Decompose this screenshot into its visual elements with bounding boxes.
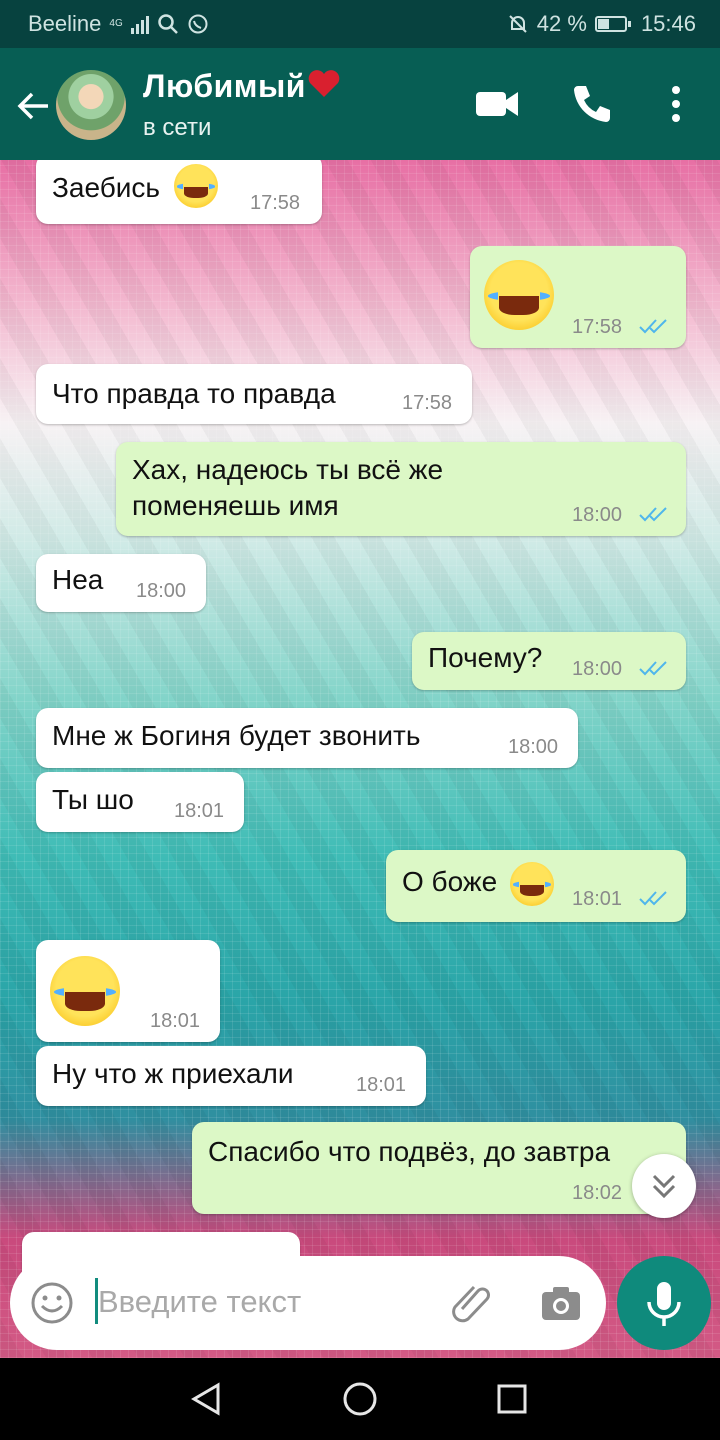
message-text: Заебись (52, 172, 161, 203)
message-input[interactable]: Введите текст (98, 1284, 301, 1320)
phone-call-icon[interactable] (568, 80, 616, 128)
tears-of-joy-emoji-icon (50, 956, 120, 1026)
camera-icon[interactable] (537, 1279, 585, 1327)
battery-icon (594, 16, 631, 32)
message-time: 17:58 (402, 392, 453, 414)
back-arrow-icon[interactable] (12, 84, 56, 128)
whatsapp-icon (188, 14, 208, 34)
message-bubble[interactable]: Мне ж Богиня будет звонить 18:00 (36, 708, 578, 768)
voice-message-button[interactable] (617, 1256, 711, 1350)
tears-of-joy-emoji-icon (484, 260, 554, 330)
double-chevron-down-icon (652, 1174, 676, 1199)
message-time: 18:00 (136, 580, 187, 602)
mic-icon (647, 1282, 681, 1326)
clock: 15:46 (640, 11, 696, 36)
tears-of-joy-emoji-icon (174, 164, 218, 208)
message-text: Мне ж Богиня будет звонить (52, 720, 421, 751)
message-text: Что правда то правда (52, 378, 336, 409)
message-bubble[interactable]: Что правда то правда 17:58 (36, 364, 472, 424)
signal-icon (130, 14, 149, 34)
message-bubble[interactable]: Спасибо что подвёз, до завтра 18:02 (192, 1122, 686, 1214)
search-icon (157, 14, 178, 34)
network-badge: 4G (109, 18, 123, 29)
message-bubble[interactable]: О боже 18:01 (386, 850, 686, 922)
read-ticks-icon (639, 319, 667, 334)
message-text: О боже (402, 866, 498, 897)
message-text: Ну что ж приехали (52, 1058, 294, 1089)
emoji-icon[interactable] (28, 1279, 76, 1327)
message-bubble[interactable]: Неа 18:00 (36, 554, 206, 612)
message-bubble[interactable]: 18:01 (36, 940, 220, 1042)
mute-notifications-icon (509, 15, 527, 33)
attach-icon[interactable] (448, 1279, 496, 1327)
message-time: 18:00 (572, 504, 623, 526)
system-nav-bar (0, 1358, 720, 1440)
message-time: 18:01 (174, 800, 225, 822)
more-options-icon[interactable] (652, 80, 700, 128)
status-bar: Beeline 4G 42 % 15:46 (0, 0, 720, 48)
scroll-to-bottom-button[interactable] (632, 1154, 696, 1218)
chat-messages[interactable]: Заебись 17:58 17:58 Что правда то правда… (0, 160, 720, 1358)
message-bubble[interactable]: Почему? 18:00 (412, 632, 686, 690)
message-time: 18:01 (572, 888, 623, 910)
message-bubble[interactable]: Хах, надеюсь ты всё же поменяешь имя 18:… (116, 442, 686, 536)
message-bubble[interactable]: Заебись 17:58 (36, 160, 322, 224)
message-bubble[interactable]: Ты шо 18:01 (36, 772, 244, 832)
message-text: Почему? (428, 642, 543, 673)
video-call-icon[interactable] (474, 80, 522, 128)
read-ticks-icon (639, 891, 667, 906)
read-ticks-icon (639, 507, 667, 522)
message-time: 18:02 (572, 1182, 623, 1204)
battery-percent: 42 % (536, 11, 587, 36)
message-bubble[interactable]: Ну что ж приехали 18:01 (36, 1046, 426, 1106)
contact-status: в сети (143, 114, 212, 141)
grinning-sweat-emoji-icon (510, 862, 554, 906)
contact-name[interactable]: Любимый (143, 68, 342, 105)
message-time: 18:00 (572, 658, 623, 680)
message-time: 17:58 (250, 192, 301, 214)
message-text: Спасибо что подвёз, до завтра (208, 1136, 611, 1167)
message-text: Хах, надеюсь ты всё же (132, 454, 444, 485)
message-time: 18:01 (150, 1010, 201, 1032)
read-ticks-icon (639, 661, 667, 676)
home-circle-icon[interactable] (340, 1379, 380, 1419)
message-time: 18:01 (356, 1074, 407, 1096)
chat-header: Любимый в сети (0, 48, 720, 160)
red-heart-icon (308, 70, 340, 97)
message-bubble[interactable]: 17:58 (470, 246, 686, 348)
back-triangle-icon[interactable] (186, 1379, 226, 1419)
message-time: 18:00 (508, 736, 559, 758)
message-text-line2: поменяешь имя (132, 490, 339, 521)
carrier-label: Beeline (28, 11, 102, 36)
message-text: Ты шо (52, 784, 134, 815)
message-text: Неа (52, 564, 104, 595)
battery-fill (597, 19, 609, 29)
message-time: 17:58 (572, 316, 623, 338)
contact-name-text: Любимый (143, 68, 306, 104)
recents-square-icon[interactable] (492, 1379, 532, 1419)
avatar[interactable] (56, 70, 126, 140)
